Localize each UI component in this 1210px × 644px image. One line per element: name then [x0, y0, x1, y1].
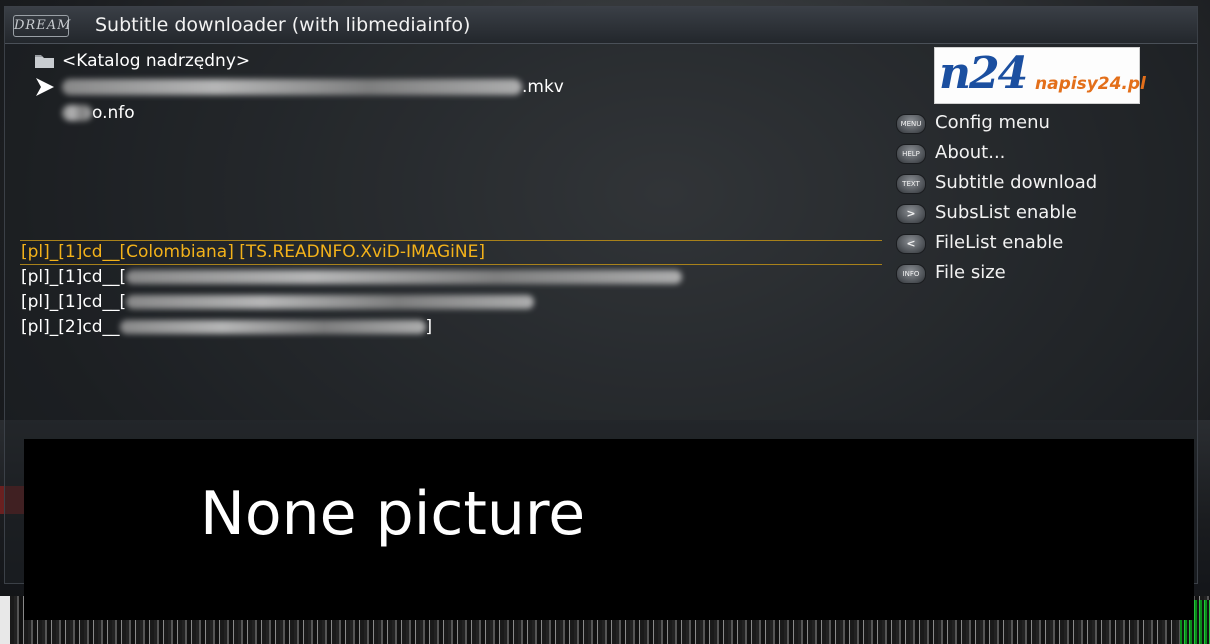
menu-item-subtitle-download[interactable]: TEXT Subtitle download: [896, 168, 1097, 198]
key-menu: MENU Config menu HELP About... TEXT Subt…: [896, 108, 1097, 288]
redacted-text: [62, 79, 522, 95]
file-list-item[interactable]: <Katalog nadrzędny>: [34, 48, 734, 74]
subtitle-list: [pl]_[1]cd__[Colombiana] [TS.READNFO.Xvi…: [20, 240, 882, 340]
menu-item-label: File size: [935, 262, 1006, 283]
subtitle-item[interactable]: [pl]_[1]cd__[: [20, 265, 882, 290]
redacted-text: [119, 320, 426, 334]
help-key-icon: HELP: [896, 144, 926, 164]
picture-placeholder-text: None picture: [200, 479, 586, 549]
menu-item-file-size[interactable]: INFO File size: [896, 258, 1097, 288]
file-name: .mkv: [522, 77, 564, 97]
subtitle-item[interactable]: [pl]_[1]cd__[: [20, 290, 882, 315]
file-name: <Katalog nadrzędny>: [62, 51, 251, 71]
napisy24-logo-site: napisy24.pl: [1035, 74, 1146, 94]
file-name: o.nfo: [92, 103, 135, 123]
menu-item-label: SubsList enable: [935, 202, 1077, 223]
subtitle-prefix: [pl]_[1]cd__[: [21, 267, 127, 287]
file-list-item[interactable]: o.nfo: [34, 100, 734, 126]
subtitle-prefix: [pl]_[1]cd__[: [21, 292, 127, 312]
subtitle-name: [Colombiana] [TS.READNFO.XviD-IMAGiNE]: [119, 242, 485, 262]
menu-item-label: Subtitle download: [935, 172, 1098, 193]
next-key-icon: >: [896, 204, 926, 224]
info-key-icon: INFO: [896, 264, 926, 284]
redacted-text: [62, 105, 92, 121]
title-bar: DREAM Subtitle downloader (with libmedia…: [5, 7, 1197, 44]
menu-item-about[interactable]: HELP About...: [896, 138, 1097, 168]
napisy24-logo-mark: n24: [939, 48, 1028, 99]
dream-logo: DREAM: [13, 15, 70, 37]
picture-preview: None picture: [24, 439, 1194, 620]
text-key-icon: TEXT: [896, 174, 926, 194]
menu-item-label: FileList enable: [935, 232, 1064, 253]
subtitle-prefix: [pl]_[2]cd__: [21, 317, 120, 337]
menu-item-label: About...: [935, 142, 1006, 163]
napisy24-logo: n24 napisy24.pl: [934, 47, 1146, 104]
menu-item-config[interactable]: MENU Config menu: [896, 108, 1097, 138]
menu-item-filelist-enable[interactable]: < FileList enable: [896, 228, 1097, 258]
menu-key-icon: MENU: [896, 114, 926, 134]
menu-item-label: Config menu: [935, 112, 1050, 133]
redacted-text: [126, 270, 683, 284]
tv-background-artifact: [0, 596, 10, 644]
subtitle-prefix: [pl]_[1]cd__: [21, 242, 120, 262]
file-list-item-current[interactable]: .mkv: [34, 74, 734, 100]
subtitle-item[interactable]: [pl]_[2]cd__]: [20, 315, 882, 340]
subtitle-name: ]: [425, 317, 433, 337]
prev-key-icon: <: [896, 234, 926, 254]
subtitle-item-selected[interactable]: [pl]_[1]cd__[Colombiana] [TS.READNFO.Xvi…: [20, 240, 882, 265]
file-list: <Katalog nadrzędny> .mkv o.nfo: [34, 48, 734, 126]
redacted-text: [126, 295, 535, 309]
menu-item-subslist-enable[interactable]: > SubsList enable: [896, 198, 1097, 228]
folder-icon: [34, 52, 56, 70]
play-arrow-icon: [34, 78, 56, 96]
window-title: Subtitle downloader (with libmediainfo): [95, 14, 471, 36]
